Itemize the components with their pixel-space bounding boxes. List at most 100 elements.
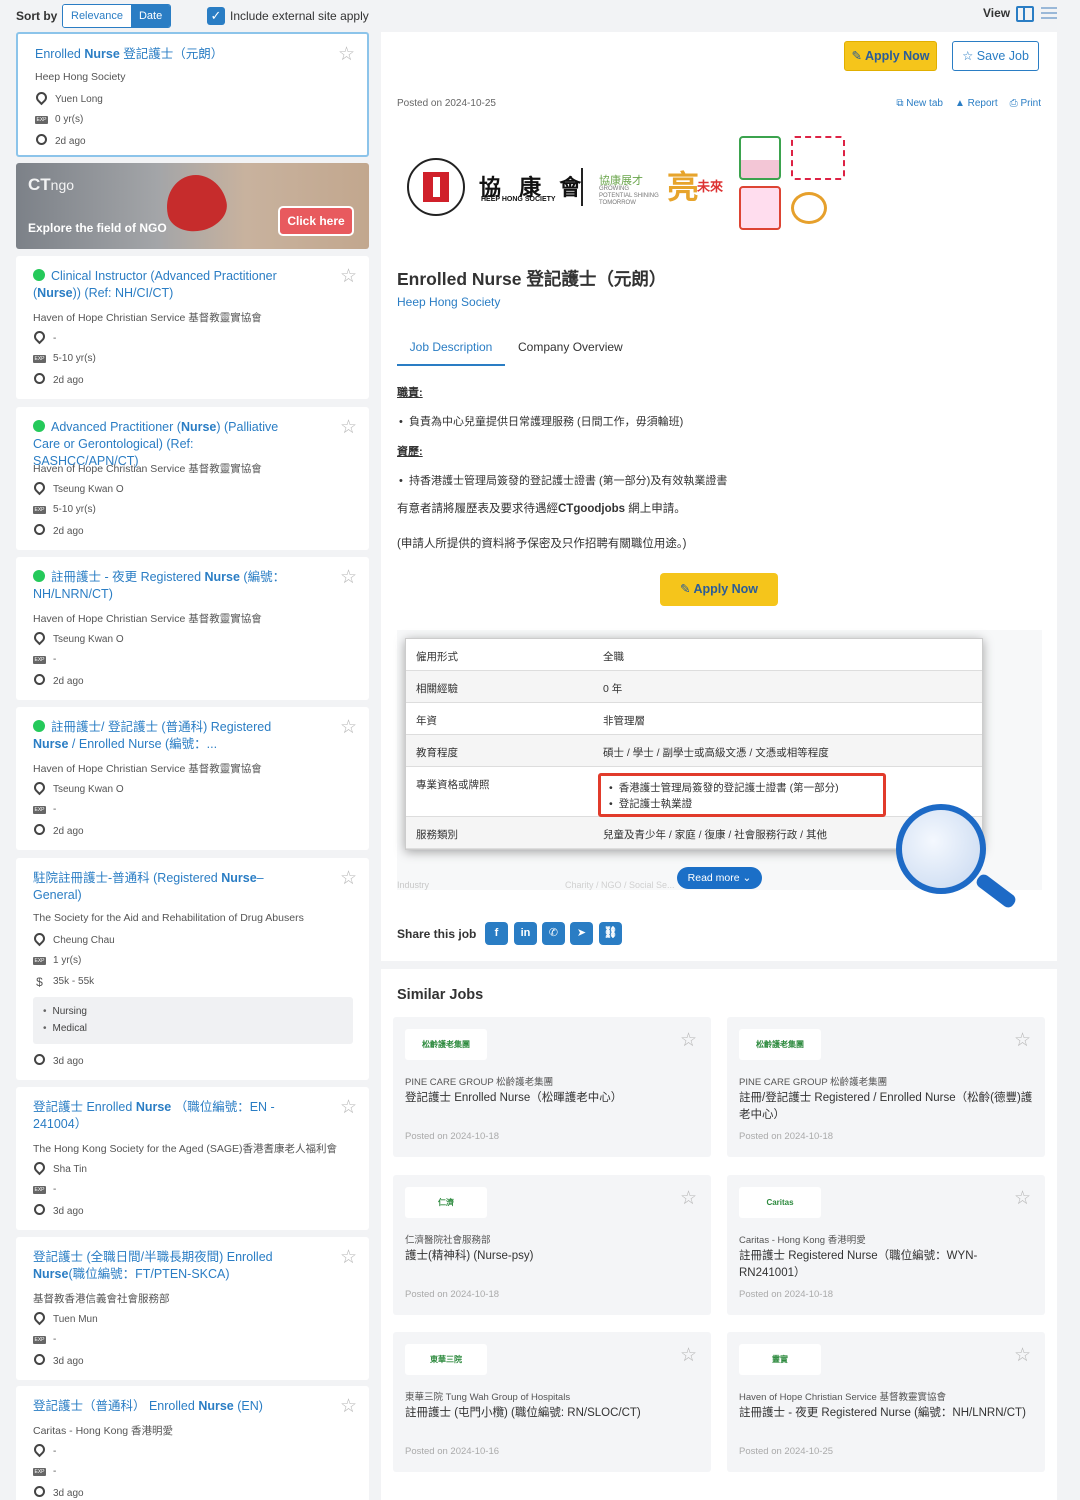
job-title-link[interactable]: 登記護士（普通科） Enrolled Nurse (EN) — [33, 1398, 295, 1415]
bookmark-star-icon[interactable]: ☆ — [338, 45, 355, 65]
ctngo-logo: CTngo — [28, 175, 75, 194]
job-title-link[interactable]: Enrolled Nurse 登記護士（元朗） — [35, 46, 297, 63]
report-link[interactable]: ▲ Report — [955, 98, 998, 109]
logo-english-name: HEEP HONG SOCIETY — [481, 196, 556, 203]
apply-now-button-bottom[interactable]: ✎ Apply Now — [660, 573, 778, 606]
job-age: 2d ago — [33, 674, 84, 690]
job-experience: EXP - — [33, 1184, 57, 1195]
similar-job-title[interactable]: 註冊護士 Registered Nurse（職位編號：WYN-RN241001） — [739, 1248, 1037, 1282]
telegram-share-icon[interactable]: ➤ — [570, 922, 593, 945]
similar-job-card[interactable]: 松齡護老集團 ☆ PINE CARE GROUP 松齡護老集團 登記護士 Enroll… — [393, 1017, 711, 1157]
similar-job-title[interactable]: 註冊護士 - 夜更 Registered Nurse (編號：NH/LNRN/C… — [739, 1405, 1037, 1422]
include-external-label: Include external site apply — [230, 9, 369, 23]
job-title: Enrolled Nurse 登記護士（元朗） — [397, 269, 667, 289]
clock-icon — [33, 824, 46, 840]
similar-job-card[interactable]: 仁濟 ☆ 仁濟醫院社會服務部 護士(精神科) (Nurse-psy) Posted on… — [393, 1175, 711, 1315]
job-card[interactable]: 登記護士 (全職日間/半職長期夜間) Enrolled Nurse(職位編號：F… — [16, 1237, 369, 1380]
include-external-checkbox[interactable]: ✓ — [207, 7, 225, 25]
bookmark-star-icon[interactable]: ☆ — [1014, 1344, 1031, 1367]
click-here-button[interactable]: Click here — [278, 206, 354, 236]
similar-job-card[interactable]: 松齡護老集團 ☆ PINE CARE GROUP 松齡護老集團 註冊/登記護士 Reg… — [727, 1017, 1045, 1157]
location-icon — [33, 933, 46, 949]
similar-job-title[interactable]: 註冊/登記護士 Registered / Enrolled Nurse（松齡(德… — [739, 1090, 1037, 1124]
job-card[interactable]: 註冊護士/ 登記護士 (普通科) Registered Nurse / Enro… — [16, 707, 369, 850]
similar-job-title[interactable]: 護士(精神科) (Nurse-psy) — [405, 1248, 703, 1265]
similar-posted: Posted on 2024-10-18 — [405, 1289, 500, 1300]
job-card[interactable]: 登記護士 Enrolled Nurse （職位編號：EN - 241004） ☆ T… — [16, 1087, 369, 1230]
clock-icon — [33, 373, 46, 389]
bookmark-star-icon[interactable]: ☆ — [340, 718, 357, 738]
new-tab-link[interactable]: ⧉ New tab — [896, 98, 943, 109]
info-key: 年資 — [416, 715, 437, 727]
bookmark-star-icon[interactable]: ☆ — [340, 1098, 357, 1118]
similar-job-card[interactable]: 靈實 ☆ Haven of Hope Christian Service 基督教靈實… — [727, 1332, 1045, 1472]
linkedin-share-icon[interactable]: in — [514, 922, 537, 945]
bookmark-star-icon[interactable]: ☆ — [340, 1397, 357, 1417]
job-title-link[interactable]: 登記護士 (全職日間/半職長期夜間) Enrolled Nurse(職位編號：F… — [33, 1249, 295, 1283]
company-logo: 松齡護老集團 — [739, 1029, 821, 1060]
sort-label: Sort by — [16, 9, 58, 23]
family-friendly-icon — [739, 186, 781, 230]
ngo-banner[interactable]: CTngo Explore the field of NGO Click here — [16, 163, 369, 249]
bookmark-star-icon[interactable]: ☆ — [340, 1248, 357, 1268]
experience-icon: EXP — [33, 1336, 46, 1344]
job-title-link[interactable]: Clinical Instructor (Advanced Practition… — [33, 268, 295, 302]
view-label: View — [983, 6, 1011, 20]
list-view-icon[interactable] — [1041, 7, 1057, 21]
similar-job-title[interactable]: 註冊護士 (屯門小欖) (職位編號: RN/SLOC/CT) — [405, 1405, 703, 1422]
bookmark-star-icon[interactable]: ☆ — [680, 1344, 697, 1367]
save-job-button[interactable]: ☆ Save Job — [952, 41, 1039, 71]
tab-job-description[interactable]: Job Description — [397, 340, 505, 366]
split-view-icon[interactable] — [1016, 6, 1034, 22]
location-icon — [35, 92, 48, 108]
bookmark-star-icon[interactable]: ☆ — [680, 1029, 697, 1052]
bookmark-star-icon[interactable]: ☆ — [340, 418, 357, 438]
bookmark-star-icon[interactable]: ☆ — [340, 869, 357, 889]
similar-posted: Posted on 2024-10-18 — [739, 1289, 834, 1300]
whatsapp-share-icon[interactable]: ✆ — [542, 922, 565, 945]
clock-icon — [33, 1486, 46, 1500]
job-title-link[interactable]: 註冊護士/ 登記護士 (普通科) Registered Nurse / Enro… — [33, 719, 295, 753]
share-label: Share this job — [397, 927, 477, 941]
job-card[interactable]: 註冊護士 - 夜更 Registered Nurse (編號：NH/LNRN/C… — [16, 557, 369, 700]
company-link[interactable]: Heep Hong Society — [397, 295, 500, 309]
company-name: Haven of Hope Christian Service 基督教靈實協會 — [33, 463, 262, 475]
bookmark-star-icon[interactable]: ☆ — [1014, 1187, 1031, 1210]
job-card[interactable]: 駐院註冊護士-普通科 (Registered Nurse–General) ☆ Th… — [16, 858, 369, 1080]
company-name: The Hong Kong Society for the Aged (SAGE… — [33, 1143, 338, 1155]
privacy-note: (申請人所提供的資料將予保密及只作招聘有關職位用途。) — [397, 538, 687, 550]
similar-job-card[interactable]: Caritas ☆ Caritas - Hong Kong 香港明愛 註冊護士 Reg… — [727, 1175, 1045, 1315]
sort-toggle[interactable]: Relevance Date — [62, 4, 172, 28]
bookmark-star-icon[interactable]: ☆ — [680, 1187, 697, 1210]
facebook-share-icon[interactable]: f — [485, 922, 508, 945]
copy-link-icon[interactable]: ⛓ — [599, 922, 622, 945]
job-card[interactable]: Enrolled Nurse 登記護士（元朗） ☆ Heep Hong Societ… — [16, 32, 369, 157]
similar-job-title[interactable]: 登記護士 Enrolled Nurse（松暉護老中心） — [405, 1090, 703, 1107]
bookmark-star-icon[interactable]: ☆ — [340, 267, 357, 287]
sort-relevance-button[interactable]: Relevance — [63, 5, 131, 27]
job-title-link[interactable]: 登記護士 Enrolled Nurse （職位編號：EN - 241004） — [33, 1099, 295, 1133]
location-icon — [33, 331, 46, 347]
job-card[interactable]: 登記護士（普通科） Enrolled Nurse (EN) ☆ Caritas - … — [16, 1386, 369, 1500]
print-link[interactable]: ⎙ Print — [1010, 98, 1041, 109]
job-title-link[interactable]: 駐院註冊護士-普通科 (Registered Nurse–General) — [33, 870, 295, 904]
employer-award-icon — [739, 136, 781, 180]
bookmark-star-icon[interactable]: ☆ — [1014, 1029, 1031, 1052]
caring-company-icon — [791, 136, 845, 180]
bookmark-star-icon[interactable]: ☆ — [340, 568, 357, 588]
company-name: Caritas - Hong Kong 香港明愛 — [33, 1425, 174, 1437]
job-detail-panel: ✎ Apply Now ☆ Save Job Posted on 2024-10… — [381, 32, 1057, 961]
job-title-link[interactable]: 註冊護士 - 夜更 Registered Nurse (編號：NH/LNRN/C… — [33, 569, 295, 603]
job-age: 2d ago — [35, 134, 86, 150]
experience-icon: EXP — [35, 116, 48, 124]
job-card[interactable]: Advanced Practitioner (Nurse) (Palliativ… — [16, 407, 369, 550]
apply-now-button[interactable]: ✎ Apply Now — [844, 41, 937, 71]
read-more-button[interactable]: Read more ⌄ — [677, 867, 762, 889]
tab-company-overview[interactable]: Company Overview — [518, 340, 623, 354]
similar-job-card[interactable]: 東華三院 ☆ 東華三院 Tung Wah Group of Hospitals 註冊護… — [393, 1332, 711, 1472]
requirement-item: • 持香港護士管理局簽發的登記護士證書 (第一部分)及有效執業證書 — [399, 475, 728, 487]
job-card[interactable]: Clinical Instructor (Advanced Practition… — [16, 256, 369, 399]
job-info-table: 僱用形式 全職 相關經驗 0 年年資 非管理層 教育程度 碩士 / 學士 / 副學士或高級文… — [405, 638, 983, 850]
clock-icon — [33, 1204, 46, 1220]
sort-date-button[interactable]: Date — [130, 5, 171, 27]
